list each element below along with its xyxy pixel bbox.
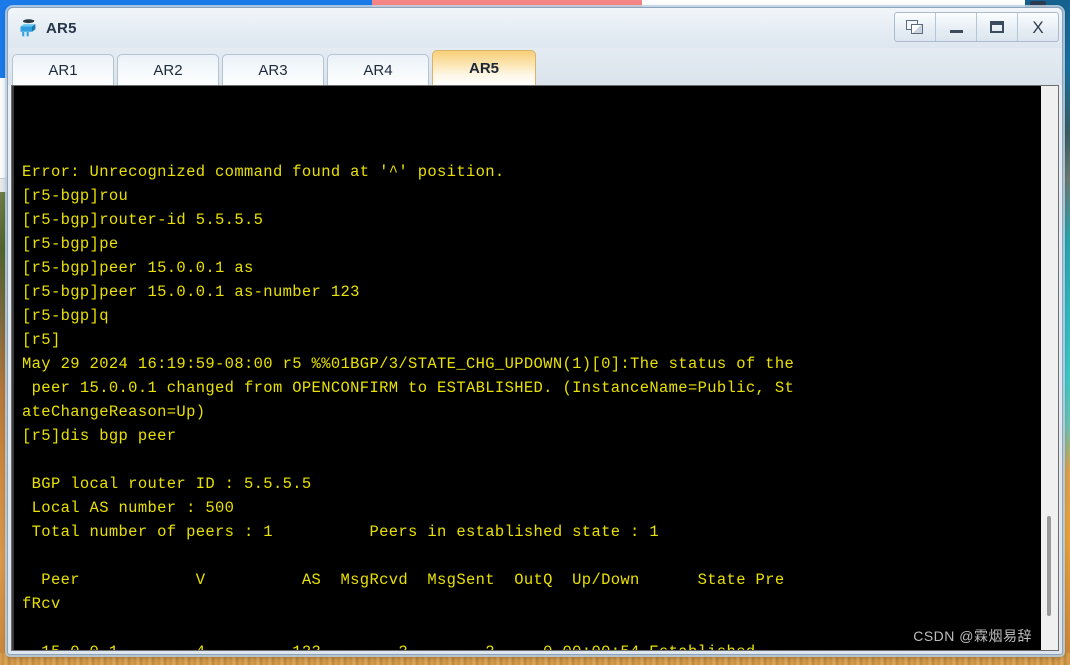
tab-ar3[interactable]: AR3	[222, 54, 324, 85]
terminal-scrollbar[interactable]	[1040, 86, 1058, 650]
application-window: AR5 X AR1 AR2 AR3 AR4 AR5 Error: Unrecog…	[7, 7, 1063, 655]
tab-ar5-label: AR5	[468, 59, 499, 77]
window-controls: X	[894, 12, 1059, 42]
terminal-line: [r5-bgp]peer 15.0.0.1 as	[22, 259, 254, 277]
terminal-line: May 29 2024 16:19:59-08:00 r5 %%01BGP/3/…	[22, 355, 795, 373]
terminal-output[interactable]: Error: Unrecognized command found at '^'…	[12, 86, 1040, 650]
tab-ar2[interactable]: AR2	[117, 54, 219, 85]
tab-ar1-label: AR1	[48, 61, 78, 79]
terminal-line: Local AS number : 500	[22, 499, 235, 517]
terminal-panel: Error: Unrecognized command found at '^'…	[11, 85, 1059, 651]
terminal-line: [r5-bgp]rou	[22, 187, 129, 205]
terminal-line: fRcv	[22, 595, 61, 613]
terminal-line: Peer V AS MsgRcvd MsgSent OutQ Up/Down S…	[22, 571, 785, 589]
terminal-line: [r5-bgp]peer 15.0.0.1 as-number 123	[22, 283, 360, 301]
terminal-line: ateChangeReason=Up)	[22, 403, 206, 421]
terminal-line: Error: Unrecognized command found at '^'…	[22, 163, 505, 181]
close-button[interactable]: X	[1018, 13, 1058, 41]
terminal-line: BGP local router ID : 5.5.5.5	[22, 475, 312, 493]
terminal-line: [r5]	[22, 331, 61, 349]
terminal-line: peer 15.0.0.1 changed from OPENCONFIRM t…	[22, 379, 795, 397]
cascade-windows-icon	[906, 19, 924, 35]
terminal-line: [r5-bgp]pe	[22, 235, 119, 253]
terminal-line: 15.0.0.1 4 123 2 2 0 00:00:54 Establishe…	[22, 640, 1040, 650]
tab-strip-filler	[539, 54, 1062, 85]
tab-ar1[interactable]: AR1	[12, 54, 114, 85]
minimize-button[interactable]	[936, 13, 977, 41]
tab-ar3-label: AR3	[258, 61, 288, 79]
title-bar[interactable]: AR5 X	[8, 8, 1062, 48]
maximize-icon	[990, 21, 1004, 33]
tab-ar2-label: AR2	[153, 61, 183, 79]
terminal-line: [r5-bgp]router-id 5.5.5.5	[22, 211, 264, 229]
terminal-line: [r5]dis bgp peer	[22, 427, 177, 445]
router-icon	[17, 17, 39, 39]
terminal-line: Total number of peers : 1 Peers in estab…	[22, 523, 659, 541]
tab-strip: AR1 AR2 AR3 AR4 AR5	[8, 48, 1062, 85]
cascade-windows-button[interactable]	[895, 13, 936, 41]
minimize-icon	[949, 30, 963, 33]
tab-ar5[interactable]: AR5	[432, 50, 536, 85]
terminal-line: [r5-bgp]q	[22, 307, 109, 325]
tab-ar4-label: AR4	[363, 61, 393, 79]
close-icon: X	[1032, 17, 1044, 37]
window-title: AR5	[46, 19, 77, 37]
terminal-scrollbar-thumb[interactable]	[1047, 516, 1051, 616]
maximize-button[interactable]	[977, 13, 1018, 41]
tab-ar4[interactable]: AR4	[327, 54, 429, 85]
